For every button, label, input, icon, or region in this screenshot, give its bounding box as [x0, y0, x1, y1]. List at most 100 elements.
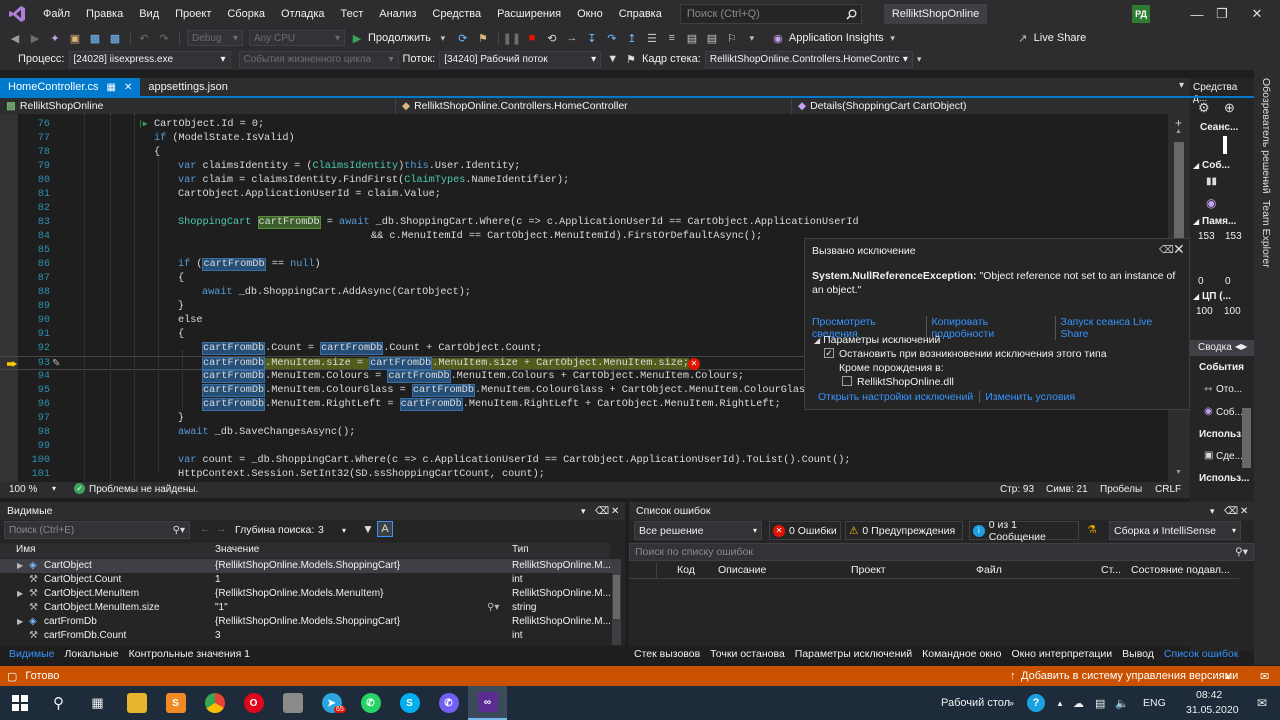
arrow-left-icon[interactable]: ← [200, 523, 211, 535]
table-row[interactable]: ▶ ◈ CartObject {RelliktShopOnline.Models.Sh… [0, 559, 620, 573]
column-value[interactable]: Значение [215, 543, 259, 557]
usage-item[interactable]: Сде... [1216, 451, 1243, 462]
class-dropdown[interactable]: ◆ RelliktShopOnline.Controllers.HomeCont… [396, 98, 792, 114]
hex-display-icon[interactable]: ☰ [643, 30, 661, 46]
step-over-icon[interactable]: ↷ [603, 30, 621, 46]
zoom-level[interactable]: 100 % [9, 484, 37, 495]
column-code[interactable]: Код [677, 564, 695, 576]
member-dropdown[interactable]: ◆ Details(ShoppingCart CartObject) [792, 98, 1190, 114]
no-problems-label[interactable]: Проблемы не найдены. [89, 484, 198, 495]
language-indicator[interactable]: ENG [1143, 697, 1166, 709]
help-icon[interactable]: ? [1027, 694, 1045, 712]
collapse-triangle-icon[interactable]: ◢ [1193, 292, 1199, 301]
filter-icon[interactable]: ▼ [362, 522, 374, 536]
exception-settings-header[interactable]: ◢ Параметры исключений [814, 334, 1107, 346]
continue-button[interactable]: Продолжить [368, 32, 431, 44]
expand-triangle-icon[interactable]: ▶ [17, 615, 23, 629]
solution-explorer-tab[interactable]: Обозреватель решений [1260, 78, 1272, 194]
scrollbar-thumb[interactable] [613, 575, 620, 619]
menu-window[interactable]: Окно [569, 0, 611, 28]
comment-icon[interactable]: ▤ [683, 30, 701, 46]
lifecycle-events-select[interactable]: События жизненного цикла ▾ [238, 50, 399, 68]
save-all-icon[interactable]: ▩ [106, 30, 124, 46]
build-filter-icon[interactable]: ⚗ [1087, 523, 1097, 536]
tab-scroll-icon[interactable]: ◀▶ [1235, 342, 1247, 351]
taskbar-opera[interactable]: O [234, 686, 273, 720]
back-icon[interactable]: ◀ [6, 30, 24, 46]
pin-icon[interactable]: ⌫ [1159, 244, 1174, 256]
autos-search-input[interactable]: Поиск (Ctrl+E) ⚲▾ [4, 521, 190, 539]
bookmark-icon[interactable]: ⚐ [723, 30, 741, 46]
scope-select[interactable]: Все решение ▾ [634, 521, 762, 540]
scroll-up-icon[interactable]: ▲ [1175, 128, 1182, 135]
taskbar-telegram[interactable]: ➤ 65 [312, 686, 351, 720]
errors-filter-button[interactable]: ✕ 0 Ошибки [769, 521, 841, 540]
column-description[interactable]: Описание [718, 564, 766, 576]
tab-overflow-icon[interactable]: ▾ [1179, 80, 1184, 91]
tab-locals[interactable]: Локальные [59, 648, 123, 660]
edit-pencil-icon[interactable]: ✎ [52, 358, 60, 369]
taskbar-file-explorer[interactable] [117, 686, 156, 720]
break-when-thrown-option[interactable]: ✓ Остановить при возникновении исключения… [814, 348, 1107, 360]
menu-project[interactable]: Проект [167, 0, 219, 28]
events-item-2[interactable]: Соб... [1216, 407, 1243, 418]
close-icon[interactable]: ✕ [611, 506, 619, 517]
taskbar-skype[interactable]: S [390, 686, 429, 720]
menu-test[interactable]: Тест [333, 0, 372, 28]
stack-frame-select[interactable]: RelliktShopOnline.Controllers.HomeContrc… [704, 50, 913, 68]
overflow-icon[interactable]: ▾ [917, 54, 922, 65]
tab-exception-settings[interactable]: Параметры исключений [790, 648, 917, 660]
restart-icon[interactable]: ⟳ [454, 30, 472, 46]
column-type[interactable]: Тип [512, 543, 529, 557]
table-row[interactable]: ▶ ◈ cartFromDb {RelliktShopOnline.Models.Sh… [0, 615, 620, 629]
messages-filter-button[interactable]: i0 из 1 Сообщение [969, 519, 1079, 543]
application-insights-button[interactable]: Application Insights [789, 32, 884, 44]
configuration-select[interactable]: Debug ▾ [187, 30, 243, 46]
hot-reload-icon[interactable]: ⚑ [474, 30, 492, 46]
tab-homecontroller[interactable]: HomeController.cs ▦ ✕ [0, 78, 141, 96]
table-row[interactable]: ⚒ CartObject.MenuItem.size "1" ⚲▾ string [0, 601, 620, 615]
tab-command-window[interactable]: Командное окно [917, 648, 1006, 660]
team-explorer-tab[interactable]: Team Explorer [1260, 200, 1272, 268]
table-row[interactable]: ▶ ⚒ CartObject.MenuItem {RelliktShopOnline.… [0, 587, 620, 601]
autos-scrollbar[interactable] [612, 559, 621, 645]
close-icon[interactable]: ✕ [1173, 241, 1185, 258]
tab-call-stack[interactable]: Стек вызовов [629, 648, 705, 660]
taskbar-visual-studio[interactable]: ∞ [468, 686, 507, 720]
whitespace-indicator[interactable]: Пробелы [1100, 484, 1142, 495]
taskbar-viber[interactable]: ✆ [429, 686, 468, 720]
tab-breakpoints[interactable]: Точки останова [705, 648, 790, 660]
pin-icon[interactable]: ▦ [106, 82, 115, 93]
tab-autos[interactable]: Видимые [4, 648, 59, 660]
arrow-right-icon[interactable]: → [216, 523, 227, 535]
menu-view[interactable]: Вид [131, 0, 167, 28]
collapse-triangle-icon[interactable]: ◢ [1193, 161, 1199, 170]
menu-help[interactable]: Справка [611, 0, 670, 28]
uncomment-icon[interactable]: ▤ [703, 30, 721, 46]
tab-watch-1[interactable]: Контрольные значения 1 [124, 648, 255, 660]
events-item-1[interactable]: Ото... [1216, 384, 1242, 395]
chevron-up-icon[interactable]: ▲ [1224, 672, 1232, 681]
column-file[interactable]: Файл [976, 564, 1002, 576]
step-into-icon[interactable]: ↧ [583, 30, 601, 46]
warnings-filter-button[interactable]: ⚠ 0 Предупреждения [845, 521, 963, 540]
start-button[interactable] [0, 686, 39, 720]
scroll-down-icon[interactable]: ▼ [1175, 469, 1182, 476]
edit-conditions-link[interactable]: Изменить условия [985, 391, 1075, 403]
dll-option[interactable]: RelliktShopOnline.dll [814, 376, 1107, 388]
save-icon[interactable]: ▩ [86, 30, 104, 46]
cloud-icon[interactable]: ☁ [1073, 697, 1084, 710]
notifications-icon[interactable]: ✉ [1260, 670, 1269, 683]
taskbar-whatsapp[interactable]: ✆ [351, 686, 390, 720]
undo-icon[interactable]: ↶ [135, 30, 153, 46]
tab-appsettings[interactable]: appsettings.json [140, 78, 236, 96]
pause-icon[interactable]: ❚❚ [503, 30, 521, 46]
timeline-cursor[interactable] [1223, 136, 1227, 154]
column-name[interactable]: Имя [16, 543, 35, 557]
clock-time[interactable]: 08:42 [1196, 689, 1222, 701]
chevron-double-icon[interactable]: » [1009, 698, 1014, 708]
task-view-button[interactable]: ▦ [78, 686, 117, 720]
action-center-icon[interactable]: ✉ [1257, 696, 1267, 710]
column-suppression[interactable]: Состояние подавл... [1131, 564, 1230, 576]
chevron-down-icon[interactable]: ▾ [581, 506, 586, 517]
